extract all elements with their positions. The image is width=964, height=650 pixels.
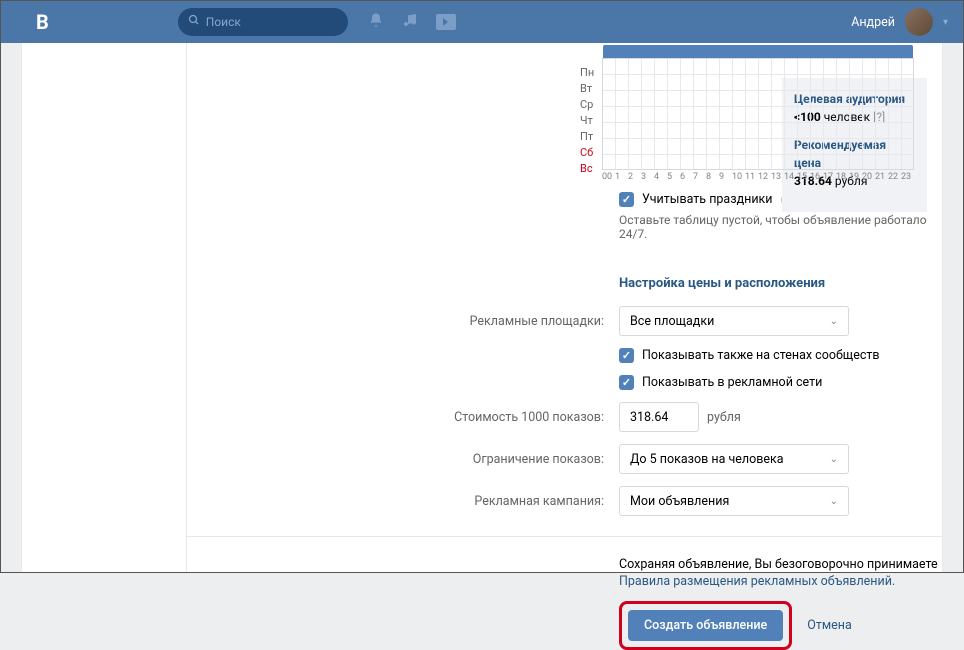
show-network-row[interactable]: Показывать в рекламной сети (619, 375, 822, 390)
campaign-select[interactable]: Мои объявления ⌄ (619, 486, 849, 516)
holidays-checkbox[interactable] (619, 192, 634, 207)
show-walls-checkbox[interactable] (619, 348, 634, 363)
platforms-select[interactable]: Все площадки ⌄ (619, 306, 849, 336)
holidays-label: Учитывать праздники (642, 192, 773, 207)
show-walls-row[interactable]: Показывать также на стенах сообществ (619, 348, 880, 363)
rules-link[interactable]: Правила размещения рекламных объявлений. (619, 574, 942, 589)
username: Андрей (851, 15, 895, 30)
schedule-header-strip (603, 45, 913, 58)
show-network-checkbox[interactable] (619, 375, 634, 390)
search-icon (188, 14, 200, 30)
platforms-label: Рекламные площадки: (187, 314, 619, 329)
schedule-block: ПнВтСрЧтПт СбВс 001234567891011121314151… (602, 43, 942, 182)
cpm-input[interactable] (619, 402, 699, 432)
limit-label: Ограничение показов: (187, 452, 619, 467)
chevron-down-icon: ⌄ (830, 496, 838, 507)
hour-labels: 001234567891011121314151617181920212223 (602, 172, 914, 182)
show-walls-label: Показывать также на стенах сообществ (642, 348, 880, 363)
bell-icon[interactable] (368, 12, 384, 32)
day-labels: ПнВтСрЧтПт СбВс (580, 65, 594, 177)
vk-logo[interactable]: B (36, 10, 48, 34)
search-box[interactable] (178, 8, 348, 36)
chevron-down-icon: ▾ (943, 17, 948, 28)
show-network-label: Показывать в рекламной сети (642, 375, 822, 390)
left-column (22, 43, 187, 572)
chevron-down-icon: ⌄ (830, 316, 838, 327)
cpm-unit: рубля (707, 410, 741, 425)
music-icon[interactable] (402, 12, 418, 32)
pricing-section-title: Настройка цены и расположения (619, 276, 942, 291)
campaign-label: Рекламная кампания: (187, 494, 619, 509)
agree-text: Сохраняя объявление, Вы безоговорочно пр… (619, 557, 942, 572)
avatar (905, 8, 933, 36)
user-menu[interactable]: Андрей ▾ (851, 8, 948, 36)
limit-select[interactable]: До 5 показов на человека ⌄ (619, 444, 849, 474)
chevron-down-icon: ⌄ (830, 454, 838, 465)
schedule-hint: Оставьте таблицу пустой, чтобы объявлени… (619, 213, 942, 241)
search-input[interactable] (206, 15, 338, 29)
content-area: Целевая аудитория <100 человек [?] Реком… (187, 43, 942, 572)
schedule-grid[interactable] (602, 58, 914, 170)
highlight-box: Создать объявление (619, 601, 792, 650)
create-button[interactable]: Создать объявление (628, 610, 783, 641)
bottom-section: Сохраняя объявление, Вы безоговорочно пр… (187, 536, 942, 650)
app-header: B Андрей ▾ (1, 1, 963, 43)
cancel-link[interactable]: Отмена (807, 618, 852, 633)
cpm-label: Стоимость 1000 показов: (187, 410, 619, 425)
video-icon[interactable] (436, 14, 456, 30)
